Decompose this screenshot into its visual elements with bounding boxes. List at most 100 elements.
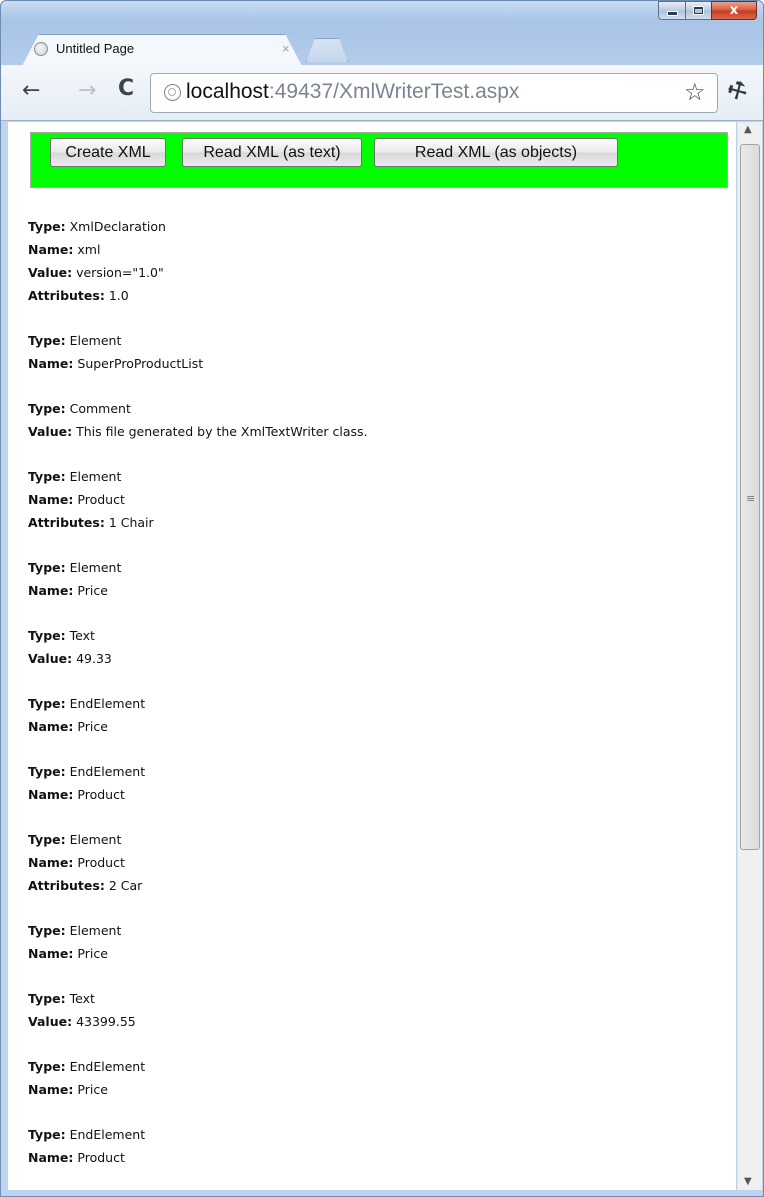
xml-node-item: Type: Element Name: Product Attributes: 2 … [28,828,728,897]
node-value-label: Value: [28,424,73,439]
minimize-button[interactable] [658,1,685,20]
node-name-label: Name: [28,946,74,961]
node-type-line: Type: EndElement [28,760,728,783]
node-type-value: Element [69,333,122,348]
node-value-label: Value: [28,1014,73,1029]
node-type-value: Element [69,923,122,938]
node-type-value: Element [69,832,122,847]
globe-icon [34,42,48,56]
node-name-line: Name: SuperProProductList [28,352,728,375]
node-attributes-value: 1 Chair [108,515,154,530]
node-name-value: Product [77,855,125,870]
node-name-line: Name: Product [28,851,728,874]
node-name-line: Name: Product [28,488,728,511]
node-type-line: Type: Element [28,828,728,851]
node-name-label: Name: [28,855,74,870]
node-name-value: Price [77,583,108,598]
node-type-label: Type: [28,923,66,938]
scroll-down-icon[interactable]: ▼ [744,1176,752,1187]
node-name-line: Name: Product [28,783,728,806]
node-attributes-value: 1.0 [108,288,129,303]
node-name-label: Name: [28,1082,74,1097]
xml-node-item: Type: XmlDeclaration Name: xml Value: vers… [28,215,728,307]
xml-node-item: Type: Element Name: Price [28,919,728,965]
url-text[interactable]: localhost:49437/XmlWriterTest.aspx [186,80,519,104]
node-type-label: Type: [28,469,66,484]
node-value-value: 43399.55 [76,1014,136,1029]
node-name-line: Name: Product [28,1146,728,1169]
back-arrow-icon[interactable]: ← [22,78,40,103]
xml-node-item: Type: Text Value: 49.33 [28,624,728,670]
node-name-label: Name: [28,787,74,802]
maximize-button[interactable] [685,1,711,20]
node-value-line: Value: This file generated by the XmlTex… [28,420,728,443]
node-name-line: Name: Price [28,579,728,602]
node-type-value: XmlDeclaration [69,219,166,234]
close-icon: x [729,3,739,18]
node-name-line: Name: Price [28,715,728,738]
node-name-label: Name: [28,356,74,371]
node-name-label: Name: [28,242,74,257]
xml-node-item: Type: EndElement Name: Product [28,1123,728,1169]
node-name-value: Price [77,1082,108,1097]
node-value-value: version="1.0" [76,265,164,280]
node-attributes-value: 2 Car [108,878,143,893]
node-attributes-label: Attributes: [28,878,105,893]
node-type-value: Element [69,560,122,575]
node-type-line: Type: EndElement [28,1055,728,1078]
node-type-label: Type: [28,333,66,348]
xml-node-item: Type: Element Name: Price [28,556,728,602]
node-type-label: Type: [28,991,66,1006]
node-name-value: Product [77,492,125,507]
tab-close-icon[interactable]: × [282,41,290,56]
node-value-line: Value: 49.33 [28,647,728,670]
node-name-label: Name: [28,1150,74,1165]
node-type-value: EndElement [69,1059,146,1074]
node-type-label: Type: [28,219,66,234]
node-type-value: Comment [69,401,131,416]
page-content: Create XML Read XML (as text) Read XML (… [8,122,736,1190]
xml-node-item: Type: Element Name: SuperProProductList [28,329,728,375]
scroll-up-icon[interactable]: ▲ [744,124,752,135]
node-type-value: EndElement [69,1127,146,1142]
reload-icon[interactable]: C [118,76,134,101]
caption-buttons: x [658,1,757,21]
node-type-value: Text [69,628,95,643]
url-host: localhost [186,80,269,103]
node-name-line: Name: Price [28,942,728,965]
node-type-label: Type: [28,696,66,711]
xml-node-item: Type: Comment Value: This file generated … [28,397,728,443]
node-type-line: Type: EndElement [28,1123,728,1146]
node-type-line: Type: Text [28,987,728,1010]
xml-node-list: Type: XmlDeclaration Name: xml Value: vers… [28,215,728,1190]
node-name-value: Product [77,787,125,802]
page-icon [164,84,181,101]
node-type-label: Type: [28,401,66,416]
node-value-label: Value: [28,265,73,280]
node-type-line: Type: Element [28,556,728,579]
read-xml-objects-button[interactable]: Read XML (as objects) [374,138,618,167]
minimize-icon [667,12,677,15]
xml-node-item: Type: EndElement Name: Price [28,1055,728,1101]
node-name-value: SuperProProductList [77,356,204,371]
node-type-label: Type: [28,1127,66,1142]
node-name-value: Price [77,946,108,961]
node-type-line: Type: Comment [28,397,728,420]
close-window-button[interactable]: x [711,1,757,20]
node-name-value: Product [77,1150,125,1165]
node-value-value: This file generated by the XmlTextWriter… [76,424,368,439]
maximize-icon [694,7,703,14]
url-path: :49437/XmlWriterTest.aspx [268,80,520,103]
create-xml-button[interactable]: Create XML [50,138,166,167]
node-type-line: Type: Element [28,919,728,942]
node-type-label: Type: [28,560,66,575]
node-name-line: Name: xml [28,238,728,261]
node-value-label: Value: [28,651,73,666]
read-xml-text-button[interactable]: Read XML (as text) [182,138,362,167]
node-type-label: Type: [28,764,66,779]
node-value-value: 49.33 [76,651,112,666]
bookmark-star-icon[interactable]: ☆ [684,78,706,106]
node-type-label: Type: [28,628,66,643]
xml-node-item: Type: Element Name: Product Attributes: 1 … [28,465,728,534]
forward-arrow-icon[interactable]: → [78,78,96,103]
